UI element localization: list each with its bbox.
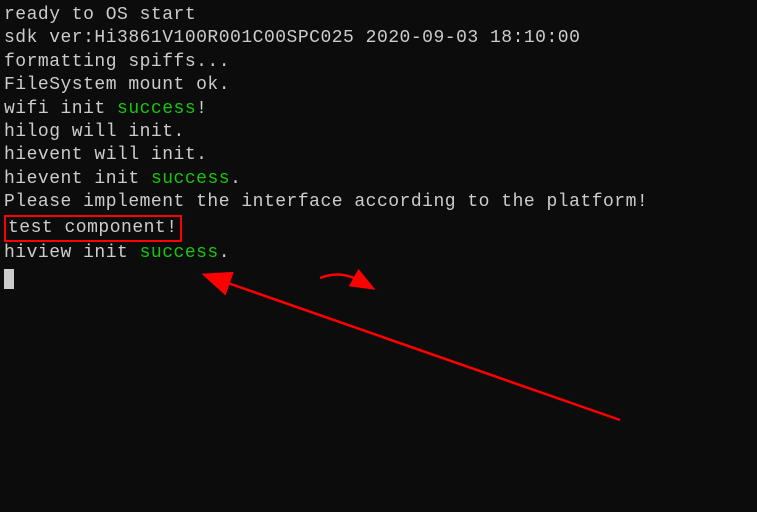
log-text: hievent init [4,169,151,189]
cursor-line [4,265,753,288]
log-line-hiview: hiview init success. [4,242,753,265]
log-line-highlighted: test component! [4,215,753,242]
log-line-sdk: sdk ver:Hi3861V100R001C00SPC025 2020-09-… [4,27,753,50]
log-line-hievent: hievent init success. [4,168,753,191]
highlight-box: test component! [4,215,182,242]
annotation-arrow-main [225,282,620,420]
terminal-cursor [4,269,14,289]
log-line: hilog will init. [4,121,753,144]
log-line: formatting spiffs... [4,51,753,74]
log-line: ready to OS start [4,4,753,27]
success-text: success [117,99,196,119]
log-text: wifi init [4,99,117,119]
log-text: hiview init [4,243,140,263]
log-text: . [230,169,241,189]
log-line: hievent will init. [4,144,753,167]
success-text: success [140,243,219,263]
log-line-wifi: wifi init success! [4,98,753,121]
log-line: Please implement the interface according… [4,191,753,214]
log-text: . [219,243,230,263]
terminal-output: ready to OS start sdk ver:Hi3861V100R001… [4,4,753,289]
log-text: ! [196,99,207,119]
log-line: FileSystem mount ok. [4,74,753,97]
success-text: success [151,169,230,189]
